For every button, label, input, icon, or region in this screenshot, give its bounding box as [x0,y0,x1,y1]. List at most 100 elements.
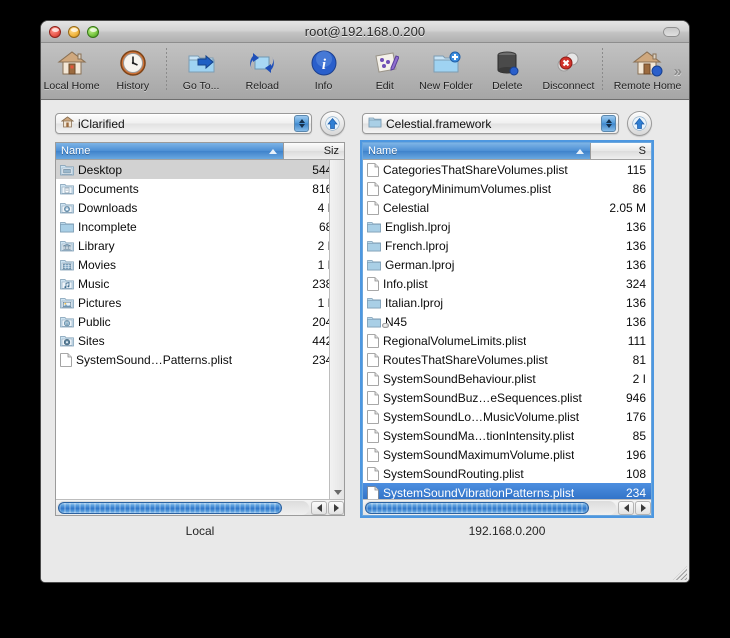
file-name-label: Music [78,276,110,291]
toolbar-toggle-button[interactable] [663,27,680,37]
toolbar-button-disconnect[interactable]: Disconnect [538,46,599,92]
local-hscroll-thumb[interactable] [58,501,283,514]
scroll-right-arrow-icon[interactable] [328,500,344,515]
toolbar-button-info[interactable]: i Info [293,46,354,92]
table-row[interactable]: English.lproj 136 [363,217,651,236]
toolbar: Local Home History Go To... Reload i Inf… [41,43,689,100]
remote-hscroll-arrows[interactable] [617,500,651,515]
remote-parent-directory-button[interactable] [627,111,652,136]
column-header-name[interactable]: Name [363,143,591,159]
scroll-left-arrow-icon[interactable] [618,500,634,515]
file-name-label: RegionalVolumeLimits.plist [383,333,527,348]
table-row[interactable]: N45 136 [363,312,651,331]
remote-pane: Celestial.framework Name S CategoriesTha… [360,111,654,518]
file-size-cell: 2 I [632,371,646,386]
column-header-name[interactable]: Name [56,143,284,159]
column-header-size[interactable]: Siz [284,143,344,159]
remote-path-popup[interactable]: Celestial.framework [362,113,619,134]
file-name-cell: Incomplete [56,220,284,234]
scroll-down-arrow-icon[interactable] [331,485,344,499]
table-row[interactable]: SystemSoundLo…MusicVolume.plist 176 [363,407,651,426]
table-row[interactable]: Sites 442 I [56,331,344,350]
local-hscroll-arrows[interactable] [310,500,344,515]
toolbar-button-delete[interactable]: Delete [477,46,538,92]
file-size-cell: 176 [625,409,646,424]
local-vertical-scrollbar[interactable] [329,160,344,499]
remote-horizontal-scrollbar[interactable] [363,499,651,515]
table-row[interactable]: SystemSoundBehaviour.plist 2 I [363,369,651,388]
table-row[interactable]: Library2 KI [56,236,344,255]
scroll-right-arrow-icon[interactable] [635,500,651,515]
remote-path-stepper[interactable] [601,115,616,132]
file-name-cell: Pictures [56,296,284,310]
local-file-list[interactable]: Name Siz Desktop 544 I Documents 816 I Downl… [55,142,345,516]
toolbar-button-new-folder[interactable]: New Folder [415,46,476,92]
zoom-button[interactable] [87,26,99,38]
table-row[interactable]: French.lproj 136 [363,236,651,255]
folder-library-icon [60,239,74,252]
scroll-left-arrow-icon[interactable] [311,500,327,515]
pane-splitter[interactable] [377,138,394,512]
file-size-cell: 136 [625,219,646,234]
table-row[interactable]: Movies1 KI [56,255,344,274]
column-header-size[interactable]: S [591,143,651,159]
folder-downloads-icon [60,201,74,214]
toolbar-button-go-to[interactable]: Go To... [170,46,231,92]
table-row[interactable]: SystemSoundMaximumVolume.plist 196 [363,445,651,464]
file-name-cell: Public [56,315,284,329]
folder-desktop-icon [60,163,74,176]
toolbar-button-history[interactable]: History [102,46,163,92]
table-row[interactable]: SystemSoundMa…tionIntensity.plist 85 [363,426,651,445]
table-row[interactable]: Documents 816 I [56,179,344,198]
remote-hscroll-track[interactable] [364,500,616,515]
table-row[interactable]: SystemSoundVibrationPatterns.plist 234 [363,483,651,499]
table-row[interactable]: Info.plist 324 [363,274,651,293]
table-row[interactable]: Music 238 I [56,274,344,293]
file-size-cell: 85 [632,428,646,443]
remote-hscroll-thumb[interactable] [365,501,590,514]
table-row[interactable]: Desktop 544 I [56,160,344,179]
table-row[interactable]: Public 204 I [56,312,344,331]
table-row[interactable]: CategoryMinimumVolumes.plist 86 [363,179,651,198]
table-row[interactable]: Pictures1 KI [56,293,344,312]
toolbar-overflow-chevron-icon[interactable]: » [674,63,682,80]
file-name-cell: SystemSoundRouting.plist [363,467,591,481]
toolbar-button-reload[interactable]: Reload [232,46,293,92]
table-row[interactable]: Celestial 2.05 M [363,198,651,217]
local-parent-directory-button[interactable] [320,111,345,136]
toolbar-button-edit[interactable]: Edit [354,46,415,92]
local-horizontal-scrollbar[interactable] [56,499,344,515]
table-row[interactable]: SystemSound…Patterns.plist 234 I [56,350,344,369]
table-row[interactable]: CategoriesThatShareVolumes.plist 115 [363,160,651,179]
file-name-cell: CategoryMinimumVolumes.plist [363,182,591,196]
table-row[interactable]: Downloads4 KI [56,198,344,217]
document-icon [60,352,72,367]
dual-pane-browser: iClarified Name Siz Desktop 544 I Docume… [55,111,675,518]
file-name-cell: SystemSoundBehaviour.plist [363,372,591,386]
file-size-cell: 81 [632,352,646,367]
local-path-popup[interactable]: iClarified [55,113,312,134]
local-hscroll-track[interactable] [57,500,309,515]
remote-list-rows: CategoriesThatShareVolumes.plist 115 Categ… [363,160,651,499]
table-row[interactable]: German.lproj 136 [363,255,651,274]
table-row[interactable]: RegionalVolumeLimits.plist 111 [363,331,651,350]
toolbar-label: New Folder [419,80,473,92]
table-row[interactable]: Incomplete68 I [56,217,344,236]
file-name-cell: Desktop [56,163,284,177]
table-row[interactable]: SystemSoundRouting.plist 108 [363,464,651,483]
minimize-button[interactable] [68,26,80,38]
reload-icon [247,48,277,78]
file-name-cell: Italian.lproj [363,296,591,310]
file-size-cell: 324 [625,276,646,291]
remote-file-list[interactable]: Name S CategoriesThatShareVolumes.plist 1… [360,140,654,518]
toolbar-button-local-home[interactable]: Local Home [41,46,102,92]
local-path-stepper[interactable] [294,115,309,132]
table-row[interactable]: Italian.lproj 136 [363,293,651,312]
table-row[interactable]: RoutesThatShareVolumes.plist 81 [363,350,651,369]
close-button[interactable] [49,26,61,38]
title-bar[interactable]: root@192.168.0.200 [41,21,689,43]
table-row[interactable]: SystemSoundBuz…eSequences.plist 946 [363,388,651,407]
file-size-cell: 136 [625,238,646,253]
file-size-cell: 196 [625,447,646,462]
file-name-label: CategoriesThatShareVolumes.plist [383,162,568,177]
